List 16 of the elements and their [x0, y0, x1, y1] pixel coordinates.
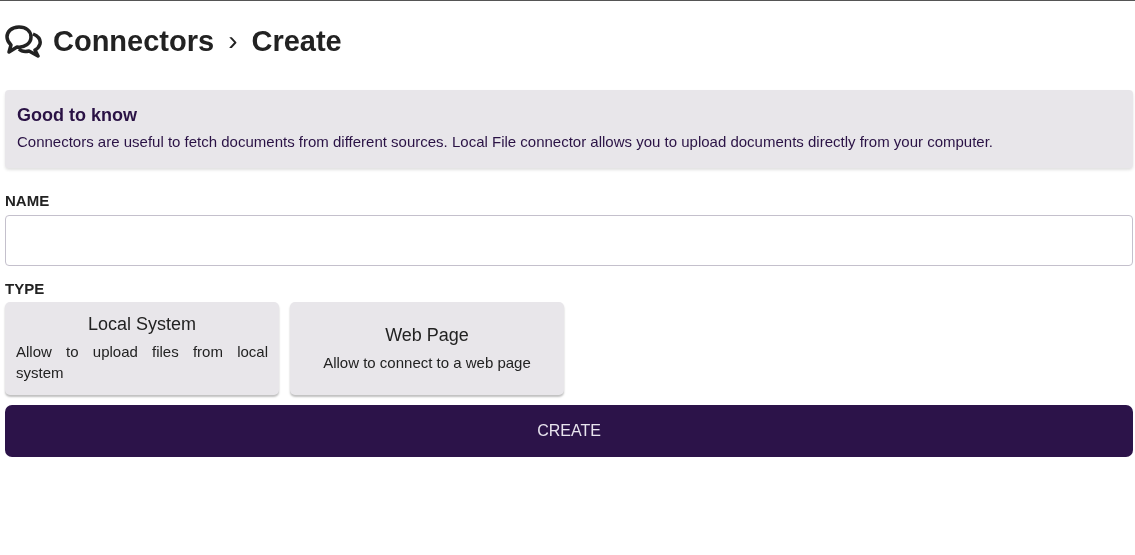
breadcrumb-section[interactable]: Connectors — [53, 24, 215, 58]
option-description: Allow to upload files from local system — [16, 342, 268, 383]
chat-bubbles-icon — [5, 24, 43, 58]
name-input-field[interactable] — [5, 215, 1133, 266]
type-option-card[interactable]: Local System Allow to upload files from local system — [5, 302, 279, 395]
breadcrumb-separator: › — [228, 25, 238, 57]
type-option-card[interactable]: Web Page Allow to connect to a web page — [290, 302, 564, 395]
field-label: TYPE — [5, 280, 46, 297]
option-title: Local System — [86, 314, 197, 335]
create-button[interactable]: CREATE — [5, 405, 1133, 457]
option-description: Allow to connect to a web page — [322, 352, 532, 373]
info-title: Good to know — [17, 105, 138, 126]
option-title: Web Page — [384, 324, 470, 346]
page-title: Create — [251, 24, 342, 58]
info-text: Connectors are useful to fetch documents from different sources. Local File connector allows you to upload documents directly from your computer. — [17, 133, 995, 150]
field-label: NAME — [5, 192, 51, 209]
